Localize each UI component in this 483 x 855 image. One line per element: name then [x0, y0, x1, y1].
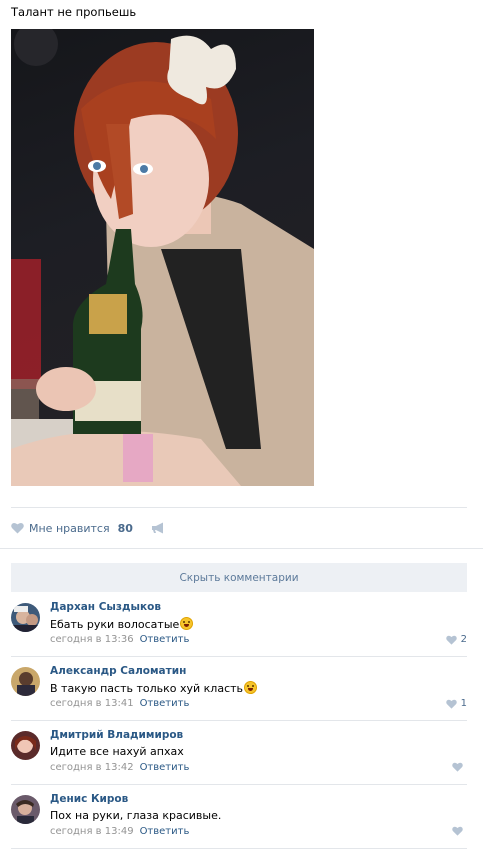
share-button[interactable]: [151, 522, 165, 534]
divider: [11, 507, 467, 508]
comment-time[interactable]: сегодня в 13:36: [50, 634, 134, 645]
comment-like-button[interactable]: [452, 762, 467, 772]
divider: [0, 548, 483, 549]
reply-link[interactable]: Ответить: [140, 634, 190, 645]
divider: [11, 720, 467, 721]
post-photo[interactable]: [11, 29, 314, 486]
reply-link[interactable]: Ответить: [140, 698, 190, 709]
comment-like-count: 2: [460, 634, 467, 645]
comment-time[interactable]: сегодня в 13:42: [50, 762, 134, 773]
heart-icon: [445, 699, 457, 709]
photo-image: [11, 29, 314, 486]
avatar[interactable]: [11, 603, 40, 632]
comment-meta: сегодня в 13:41 Ответить: [50, 698, 189, 709]
avatar[interactable]: [11, 667, 40, 696]
divider: [11, 848, 467, 849]
comment-meta: сегодня в 13:42 Ответить: [50, 762, 189, 773]
comment-time[interactable]: сегодня в 13:41: [50, 698, 134, 709]
comment-meta: сегодня в 13:49 Ответить: [50, 826, 189, 837]
heart-icon: [445, 635, 457, 645]
heart-icon: [11, 522, 24, 534]
comment-author[interactable]: Дархан Сыздыков: [50, 601, 161, 613]
like-button[interactable]: Мне нравится 80: [11, 522, 133, 535]
megaphone-icon: [151, 522, 163, 534]
like-label: Мне нравится: [29, 521, 110, 535]
reply-link[interactable]: Ответить: [140, 762, 190, 773]
divider: [11, 784, 467, 785]
comment: Дархан Сыздыков Ебать руки волосатые сег…: [11, 601, 467, 657]
comment-like-button[interactable]: [452, 826, 467, 836]
comment-author[interactable]: Денис Киров: [50, 793, 128, 805]
comment-text: Идите все нахуй апхах: [50, 745, 184, 758]
comment-text: Ебать руки волосатые: [50, 617, 194, 631]
hide-comments-button[interactable]: Скрыть комментарии: [11, 563, 467, 592]
heart-icon: [452, 826, 463, 836]
comment: Александр Саломатин В такую пасть только…: [11, 665, 467, 721]
post-actions: Мне нравится 80: [11, 519, 165, 537]
comment-author[interactable]: Дмитрий Владимиров: [50, 729, 183, 741]
comment-meta: сегодня в 13:36 Ответить: [50, 634, 189, 645]
comment: Денис Киров Пох на руки, глаза красивые.…: [11, 793, 467, 849]
comment-like-button[interactable]: 2: [445, 634, 467, 645]
comment-time[interactable]: сегодня в 13:49: [50, 826, 134, 837]
avatar[interactable]: [11, 731, 40, 760]
comment-text: Пох на руки, глаза красивые.: [50, 809, 222, 822]
emoji-icon: [244, 681, 258, 694]
heart-icon: [452, 762, 463, 772]
avatar[interactable]: [11, 795, 40, 824]
comment: Дмитрий Владимиров Идите все нахуй апхах…: [11, 729, 467, 785]
comment-like-count: 1: [460, 698, 467, 709]
post-text: Талант не пропьешь: [11, 5, 137, 19]
reply-link[interactable]: Ответить: [140, 826, 190, 837]
emoji-icon: [180, 617, 194, 630]
like-count: 80: [117, 521, 133, 535]
comment-author[interactable]: Александр Саломатин: [50, 665, 186, 677]
divider: [11, 656, 467, 657]
comment-like-button[interactable]: 1: [445, 698, 467, 709]
comment-text: В такую пасть только хуй класть: [50, 681, 258, 695]
